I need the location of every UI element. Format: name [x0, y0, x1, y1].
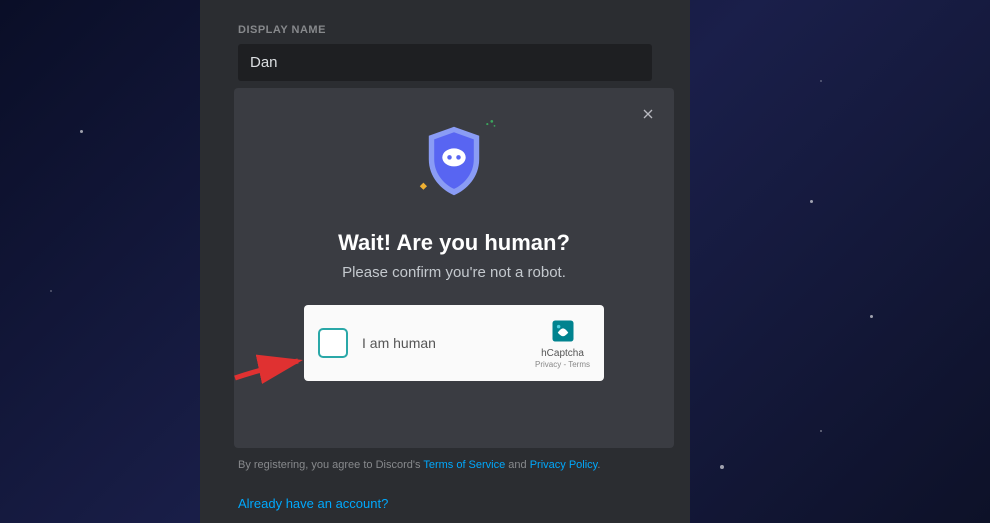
display-name-input[interactable]	[238, 44, 652, 81]
shield-icon	[409, 116, 499, 206]
bg-star	[810, 200, 813, 203]
bg-star	[50, 290, 52, 292]
already-have-account-link[interactable]: Already have an account?	[238, 496, 388, 511]
bg-star	[870, 315, 873, 318]
terms-and: and	[505, 459, 529, 471]
privacy-policy-link[interactable]: Privacy Policy	[530, 459, 598, 471]
captcha-checkbox[interactable]	[318, 328, 348, 358]
bg-star	[820, 430, 822, 432]
hcaptcha-links[interactable]: Privacy - Terms	[535, 360, 590, 369]
terms-prefix: By registering, you agree to Discord's	[238, 459, 423, 471]
terms-of-service-link[interactable]: Terms of Service	[423, 459, 505, 471]
hcaptcha-widget: I am human hCaptcha Privacy - Terms	[304, 305, 604, 381]
hcaptcha-brand: hCaptcha Privacy - Terms	[535, 317, 590, 369]
hcaptcha-name: hCaptcha	[541, 348, 584, 359]
bg-star	[820, 80, 822, 82]
captcha-modal: Wait! Are you human? Please confirm you'…	[234, 88, 674, 448]
captcha-label: I am human	[362, 335, 535, 351]
hcaptcha-icon	[549, 317, 577, 345]
close-icon	[640, 106, 656, 122]
display-name-label: DISPLAY NAME	[238, 24, 652, 36]
modal-subtitle: Please confirm you're not a robot.	[342, 264, 566, 281]
bg-star	[80, 130, 83, 133]
terms-footer: By registering, you agree to Discord's T…	[238, 459, 600, 471]
bg-star	[720, 465, 724, 469]
modal-title: Wait! Are you human?	[338, 230, 570, 256]
close-button[interactable]	[636, 102, 660, 126]
